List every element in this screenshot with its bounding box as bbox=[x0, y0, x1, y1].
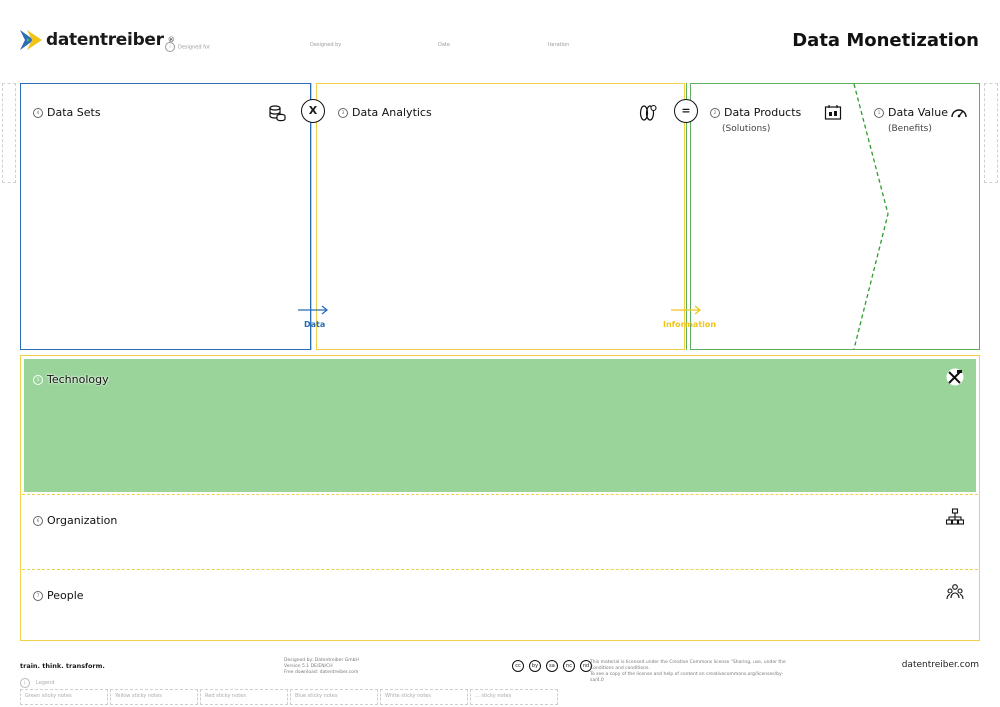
footer-site-link[interactable]: datentreiber.com bbox=[902, 660, 979, 670]
meta-iteration[interactable]: Iteration bbox=[548, 42, 569, 48]
technology-label: 5 Technology bbox=[33, 373, 109, 386]
legend-item: Yellow sticky notes bbox=[110, 689, 198, 705]
people-group-icon bbox=[946, 584, 964, 600]
section-number: 5 bbox=[33, 374, 43, 385]
cc-by-icon: by bbox=[529, 660, 541, 672]
data-analytics-label: 3 Data Analytics bbox=[338, 106, 432, 119]
section-number: 3 bbox=[338, 107, 348, 118]
organization-area[interactable] bbox=[24, 497, 976, 567]
legend-item: Blue sticky notes bbox=[290, 689, 378, 705]
footer-license-text: This material is licensed under the Crea… bbox=[590, 660, 786, 683]
dashboard-product-icon bbox=[824, 105, 842, 120]
footer-credits: Designed by: Datentreiber GmbH Version 5… bbox=[284, 658, 359, 675]
information-flow-label: Information bbox=[663, 320, 717, 329]
layer-divider bbox=[22, 494, 978, 495]
analytics-brain-icon bbox=[639, 104, 657, 121]
legend-item: Green sticky notes bbox=[20, 689, 108, 705]
legend-icon: L bbox=[20, 678, 30, 688]
left-margin-strip bbox=[2, 83, 16, 183]
tools-icon bbox=[946, 368, 964, 386]
data-products-label: 2 Data Products bbox=[710, 106, 801, 119]
multiply-operator: X bbox=[301, 99, 325, 123]
right-margin-strip bbox=[984, 83, 998, 183]
logo-text: datentreiber bbox=[46, 30, 164, 50]
data-value-label: 1 Data Value bbox=[874, 106, 948, 119]
information-flow-arrow-icon bbox=[671, 305, 702, 315]
data-products-sublabel: (Solutions) bbox=[722, 124, 771, 134]
technology-area[interactable] bbox=[24, 359, 976, 492]
footer-tagline: train. think. transform. bbox=[20, 662, 105, 670]
cc-icon: cc bbox=[512, 660, 524, 672]
data-flow-arrow-icon bbox=[298, 305, 329, 315]
cc-sa-icon: sa bbox=[546, 660, 558, 672]
cc-license-icons: cc by sa nc nd bbox=[512, 660, 592, 672]
legend-item: ... sticky notes bbox=[470, 689, 558, 705]
section-number: 1 bbox=[874, 107, 884, 118]
meta-designed-by[interactable]: Designed by bbox=[310, 42, 341, 48]
data-sets-label: 4 Data Sets bbox=[33, 106, 101, 119]
layer-divider bbox=[22, 569, 978, 570]
section-number: 4 bbox=[33, 107, 43, 118]
datentreiber-logo: datentreiber ® bbox=[20, 30, 175, 50]
data-sets-box[interactable] bbox=[20, 83, 311, 350]
people-area[interactable] bbox=[24, 572, 976, 638]
org-chart-icon bbox=[946, 508, 964, 525]
data-flow-label: Data bbox=[304, 320, 326, 329]
info-icon: i bbox=[165, 42, 175, 52]
section-number: 2 bbox=[710, 107, 720, 118]
legend-title: L Legend bbox=[20, 678, 54, 688]
legend-item: Red sticky notes bbox=[200, 689, 288, 705]
meta-designed-for[interactable]: i Designed for bbox=[165, 42, 210, 52]
cc-nc-icon: nc bbox=[563, 660, 575, 672]
logo-arrow-icon bbox=[20, 30, 42, 50]
database-coins-icon bbox=[269, 105, 286, 122]
data-value-sublabel: (Benefits) bbox=[888, 124, 932, 134]
meta-date[interactable]: Date bbox=[438, 42, 450, 48]
legend-item: White sticky notes bbox=[380, 689, 468, 705]
data-analytics-box[interactable] bbox=[316, 83, 685, 350]
page-title: Data Monetization bbox=[792, 30, 979, 51]
equals-operator: = bbox=[674, 99, 698, 123]
speedometer-icon bbox=[951, 109, 967, 118]
